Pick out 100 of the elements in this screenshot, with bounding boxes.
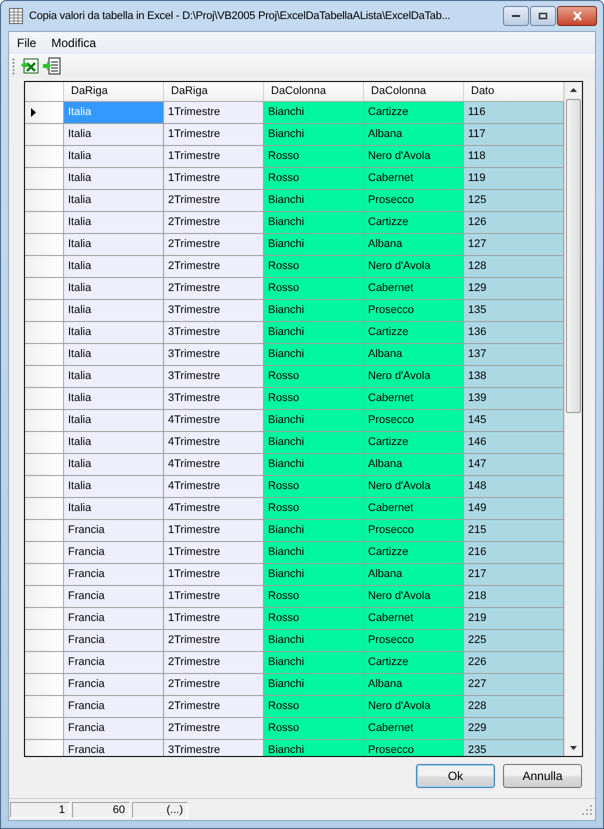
table-cell: 1Trimestre <box>164 168 264 189</box>
table-cell: Italia <box>64 498 164 519</box>
table-cell: 148 <box>464 476 564 497</box>
table-cell: 4Trimestre <box>164 410 264 431</box>
table-cell: Nero d'Avola <box>364 146 464 167</box>
table-icon <box>9 8 23 24</box>
table-cell: 2Trimestre <box>164 212 264 233</box>
column-header[interactable]: DaColonna <box>264 82 364 101</box>
table-cell: Rosso <box>264 146 364 167</box>
table-cell: Bianchi <box>264 542 364 563</box>
table-cell: Italia <box>64 432 164 453</box>
status-panel: (...) <box>132 802 188 818</box>
toolbar-grip-icon <box>12 56 15 74</box>
scroll-thumb[interactable] <box>566 99 581 413</box>
table-cell: Francia <box>64 718 164 739</box>
maximize-button[interactable] <box>530 6 556 26</box>
table-cell: 228 <box>464 696 564 717</box>
table-cell: Bianchi <box>264 322 364 343</box>
table-cell: 116 <box>464 102 564 123</box>
ok-button[interactable]: Ok <box>416 764 495 788</box>
table-cell: 138 <box>464 366 564 387</box>
table-cell: 3Trimestre <box>164 344 264 365</box>
table-cell: Italia <box>64 168 164 189</box>
table-cell: Cartizze <box>364 212 464 233</box>
table-cell: 128 <box>464 256 564 277</box>
minimize-button[interactable] <box>503 6 529 26</box>
close-button[interactable] <box>557 6 597 26</box>
table-cell: 235 <box>464 740 564 756</box>
table-cell: Nero d'Avola <box>364 696 464 717</box>
table-cell: Rosso <box>264 168 364 189</box>
table-cell: Italia <box>64 454 164 475</box>
table-cell: Rosso <box>264 476 364 497</box>
table-cell: Cartizze <box>364 322 464 343</box>
table-cell: 1Trimestre <box>164 542 264 563</box>
table-cell: 129 <box>464 278 564 299</box>
table-cell: Prosecco <box>364 520 464 541</box>
table-cell: 147 <box>464 454 564 475</box>
cancel-button[interactable]: Annulla <box>503 764 582 788</box>
table-cell: Albana <box>364 344 464 365</box>
table-cell: Cabernet <box>364 278 464 299</box>
table-cell: Cabernet <box>364 388 464 409</box>
table-cell: 126 <box>464 212 564 233</box>
spreadsheet-export-icon[interactable] <box>21 56 39 74</box>
table-cell: Italia <box>64 344 164 365</box>
menu-item[interactable]: File <box>11 36 42 50</box>
table-cell: Cabernet <box>364 608 464 629</box>
table-cell: Italia <box>64 300 164 321</box>
table-cell: Nero d'Avola <box>364 366 464 387</box>
table-cell: Bianchi <box>264 300 364 321</box>
row-header[interactable] <box>25 102 64 123</box>
table-cell: Francia <box>64 674 164 695</box>
table-cell: 2Trimestre <box>164 652 264 673</box>
resize-grip-icon[interactable] <box>581 804 593 816</box>
table-cell: 3Trimestre <box>164 740 264 756</box>
table-cell: Rosso <box>264 366 364 387</box>
table-cell: Italia <box>64 234 164 255</box>
table-cell: Rosso <box>264 256 364 277</box>
table-cell: 119 <box>464 168 564 189</box>
table-cell: Prosecco <box>364 740 464 756</box>
column-header[interactable]: DaRiga <box>164 82 264 101</box>
table-cell: 1Trimestre <box>164 564 264 585</box>
grid-corner <box>25 82 64 101</box>
table-cell: 2Trimestre <box>164 278 264 299</box>
table-cell: Italia <box>64 190 164 211</box>
table-cell: 226 <box>464 652 564 673</box>
minimize-icon <box>511 14 521 18</box>
table-cell: Bianchi <box>264 212 364 233</box>
table-cell: Cabernet <box>364 498 464 519</box>
table-cell: 2Trimestre <box>164 718 264 739</box>
table-cell: 215 <box>464 520 564 541</box>
column-header[interactable]: DaColonna <box>364 82 464 101</box>
menu-item[interactable]: Modifica <box>45 36 102 50</box>
vertical-scrollbar[interactable] <box>564 82 582 756</box>
table-cell: Francia <box>64 652 164 673</box>
table-cell: Italia <box>64 124 164 145</box>
table-cell: Bianchi <box>264 740 364 756</box>
table-cell: 2Trimestre <box>164 256 264 277</box>
table-cell: Albana <box>364 124 464 145</box>
table-cell: Prosecco <box>364 300 464 321</box>
table-cell: 2Trimestre <box>164 696 264 717</box>
table-cell: 3Trimestre <box>164 322 264 343</box>
table-cell: 4Trimestre <box>164 476 264 497</box>
table-cell: Italia <box>64 322 164 343</box>
table-cell: 4Trimestre <box>164 454 264 475</box>
table-cell: 1Trimestre <box>164 586 264 607</box>
table-cell: 149 <box>464 498 564 519</box>
table-cell: 4Trimestre <box>164 498 264 519</box>
table-cell: Bianchi <box>264 344 364 365</box>
table-cell: 2Trimestre <box>164 630 264 651</box>
table-cell: 118 <box>464 146 564 167</box>
table-cell: Italia <box>64 146 164 167</box>
table-cell: 139 <box>464 388 564 409</box>
table-cell: 3Trimestre <box>164 388 264 409</box>
list-import-icon[interactable] <box>43 56 61 74</box>
table-cell: Bianchi <box>264 674 364 695</box>
table-cell: 218 <box>464 586 564 607</box>
column-header[interactable]: DaRiga <box>64 82 164 101</box>
table-cell: Albana <box>364 564 464 585</box>
table-cell: Italia <box>64 256 164 277</box>
table-cell: Rosso <box>264 498 364 519</box>
